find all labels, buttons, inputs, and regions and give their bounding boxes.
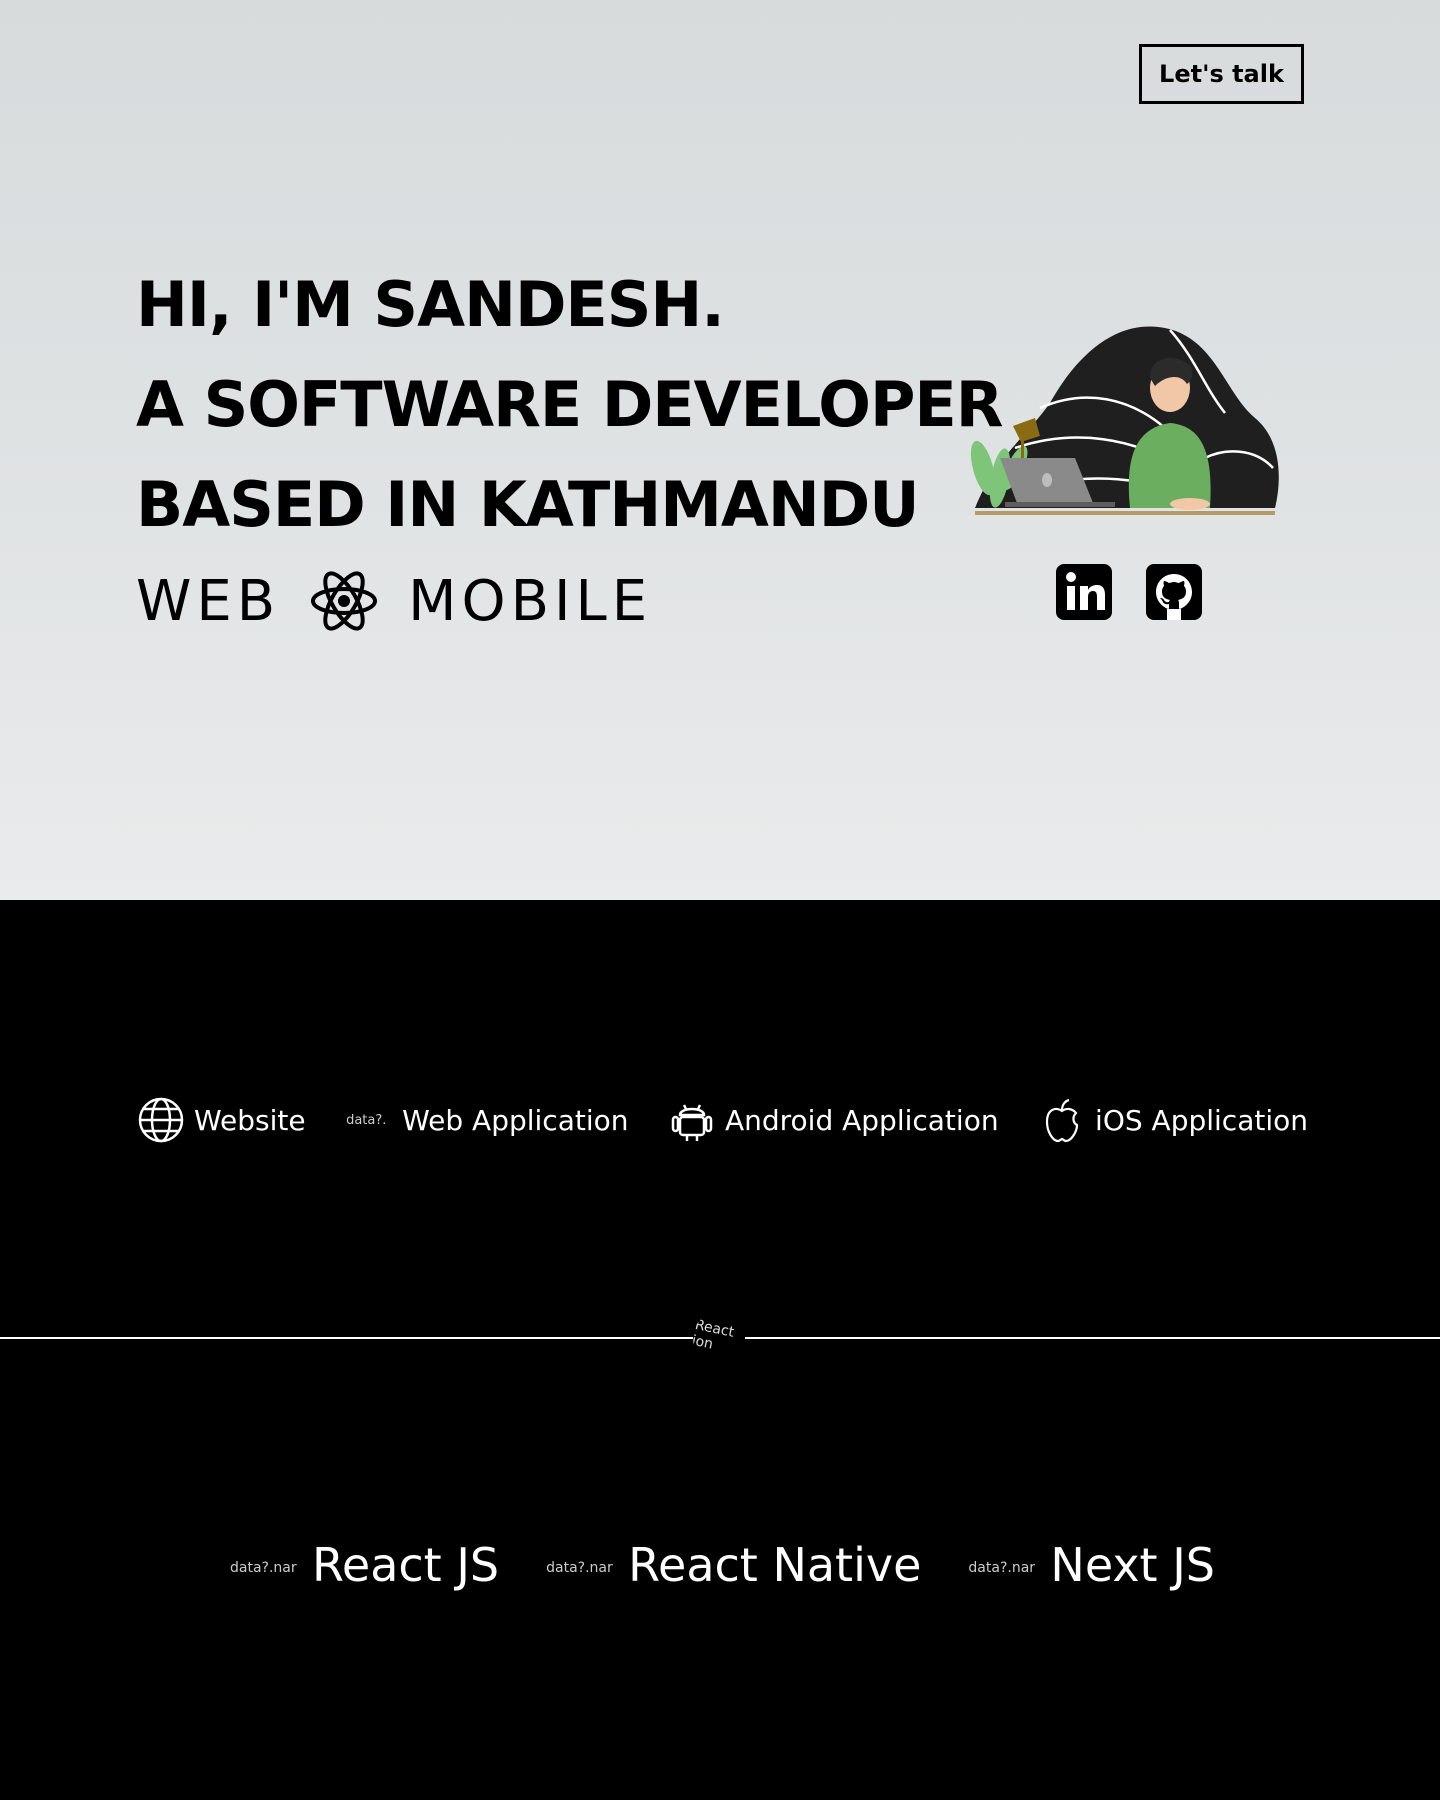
- linkedin-icon[interactable]: [1055, 563, 1113, 621]
- react-logo-broken-image: React ion: [688, 1307, 750, 1369]
- service-label: Website: [194, 1103, 306, 1137]
- service-list: Website data?. Web Application Android A…: [138, 1090, 1308, 1150]
- headline-line-3: BASED IN KATHMANDU: [136, 468, 920, 541]
- social-links: [1055, 563, 1203, 621]
- service-label: iOS Application: [1095, 1103, 1308, 1137]
- apple-icon: [1039, 1097, 1085, 1143]
- service-web-application: data?. Web Application: [346, 1104, 628, 1137]
- service-label: Android Application: [724, 1103, 999, 1137]
- android-icon: [669, 1097, 715, 1143]
- services-section: Website data?. Web Application Android A…: [0, 900, 1440, 1800]
- tagline-web: WEB: [136, 568, 281, 634]
- service-website: Website: [138, 1097, 306, 1143]
- tech-react-native: data?.nar React Native: [546, 1538, 921, 1592]
- github-icon[interactable]: [1145, 563, 1203, 621]
- headline-line-1: HI, I'M SANDESH.: [136, 268, 725, 341]
- broken-image-icon: data?.nar: [230, 1560, 297, 1576]
- react-atom-icon: [310, 567, 378, 635]
- tech-react-js: data?.nar React JS: [230, 1538, 499, 1592]
- broken-image-icon: data?.: [346, 1113, 387, 1128]
- broken-image-icon: data?.nar: [546, 1560, 613, 1576]
- hero-headline: HI, I'M SANDESH. A SOFTWARE DEVELOPER BA…: [136, 255, 1004, 555]
- tech-label: React JS: [312, 1538, 500, 1592]
- lets-talk-button[interactable]: Let's talk: [1139, 44, 1304, 104]
- tech-label: Next JS: [1050, 1538, 1215, 1592]
- tagline-mobile: MOBILE: [408, 568, 653, 634]
- globe-icon: [138, 1097, 184, 1143]
- tech-label: React Native: [628, 1538, 922, 1592]
- service-android-application: Android Application: [669, 1097, 999, 1143]
- service-ios-application: iOS Application: [1039, 1097, 1308, 1143]
- developer-at-laptop-illustration: [955, 318, 1285, 523]
- headline-line-2: A SOFTWARE DEVELOPER: [136, 368, 1004, 441]
- tech-stack-list: data?.nar React JS data?.nar React Nativ…: [230, 1530, 1215, 1600]
- tech-next-js: data?.nar Next JS: [968, 1538, 1215, 1592]
- platform-tagline: WEB MOBILE: [136, 565, 652, 637]
- broken-image-icon: data?.nar: [968, 1560, 1036, 1576]
- service-label: Web Application: [402, 1103, 629, 1137]
- hero-section: Let's talk HI, I'M SANDESH. A SOFTWARE D…: [0, 0, 1440, 900]
